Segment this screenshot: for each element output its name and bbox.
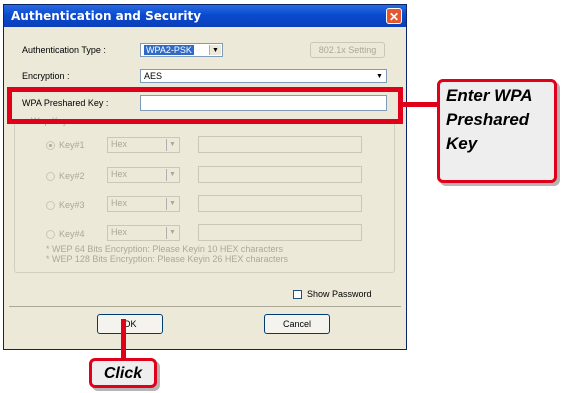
chevron-down-icon[interactable]: ▼ (166, 169, 178, 181)
encryption-label: Encryption : (22, 71, 70, 81)
click-connector (121, 319, 126, 360)
encryption-value: AES (144, 71, 163, 81)
key2-input[interactable] (198, 166, 362, 183)
key2-radio[interactable] (46, 172, 55, 181)
click-text: Click (103, 365, 143, 382)
key1-format-value: Hex (111, 139, 128, 149)
key4-radio[interactable] (46, 230, 55, 239)
key3-radio[interactable] (46, 201, 55, 210)
key2-label: Key#2 (59, 171, 85, 181)
key3-format-dropdown[interactable]: Hex ▼ (107, 196, 180, 212)
key2-format-dropdown[interactable]: Hex ▼ (107, 167, 180, 183)
auth-security-dialog: Authentication and Security ✕ Authentica… (3, 4, 407, 350)
show-password-checkbox[interactable] (293, 290, 302, 299)
key1-label: Key#1 (59, 140, 85, 150)
callout-connector (403, 102, 437, 107)
cancel-button[interactable]: Cancel (264, 314, 330, 334)
wep-note-64: * WEP 64 Bits Encryption: Please Keyin 1… (46, 244, 283, 254)
key2-format-value: Hex (111, 169, 128, 179)
wep-note-128: * WEP 128 Bits Encryption: Please Keyin … (46, 254, 288, 264)
wpa-key-highlight (7, 87, 403, 124)
auth-type-value: WPA2-PSK (144, 45, 194, 55)
title-bar[interactable]: Authentication and Security ✕ (4, 5, 406, 27)
chevron-down-icon[interactable]: ▼ (166, 227, 178, 239)
encryption-dropdown[interactable]: AES ▼ (140, 69, 387, 83)
key3-format-value: Hex (111, 198, 128, 208)
key4-format-value: Hex (111, 227, 128, 237)
close-icon[interactable]: ✕ (386, 8, 402, 24)
callout-text: Enter WPA Preshared Key (446, 86, 533, 153)
auth-type-dropdown[interactable]: WPA2-PSK ▼ (140, 43, 223, 57)
key1-radio[interactable] (46, 141, 55, 150)
8021x-setting-button[interactable]: 802.1x Setting (310, 42, 385, 58)
key4-format-dropdown[interactable]: Hex ▼ (107, 225, 180, 241)
click-callout: Click (89, 358, 157, 388)
show-password-label: Show Password (307, 289, 372, 299)
chevron-down-icon[interactable]: ▼ (166, 139, 178, 151)
key1-input[interactable] (198, 136, 362, 153)
chevron-down-icon[interactable]: ▼ (209, 45, 221, 55)
key1-format-dropdown[interactable]: Hex ▼ (107, 137, 180, 153)
ok-button[interactable]: OK (97, 314, 163, 334)
key4-label: Key#4 (59, 229, 85, 239)
dialog-title: Authentication and Security (11, 9, 202, 23)
key3-label: Key#3 (59, 200, 85, 210)
enter-wpa-key-callout: Enter WPA Preshared Key (437, 79, 557, 183)
auth-type-label: Authentication Type : (22, 45, 106, 55)
chevron-down-icon[interactable]: ▼ (166, 198, 178, 210)
key3-input[interactable] (198, 195, 362, 212)
chevron-down-icon[interactable]: ▼ (374, 71, 385, 81)
divider (9, 306, 401, 307)
key4-input[interactable] (198, 224, 362, 241)
